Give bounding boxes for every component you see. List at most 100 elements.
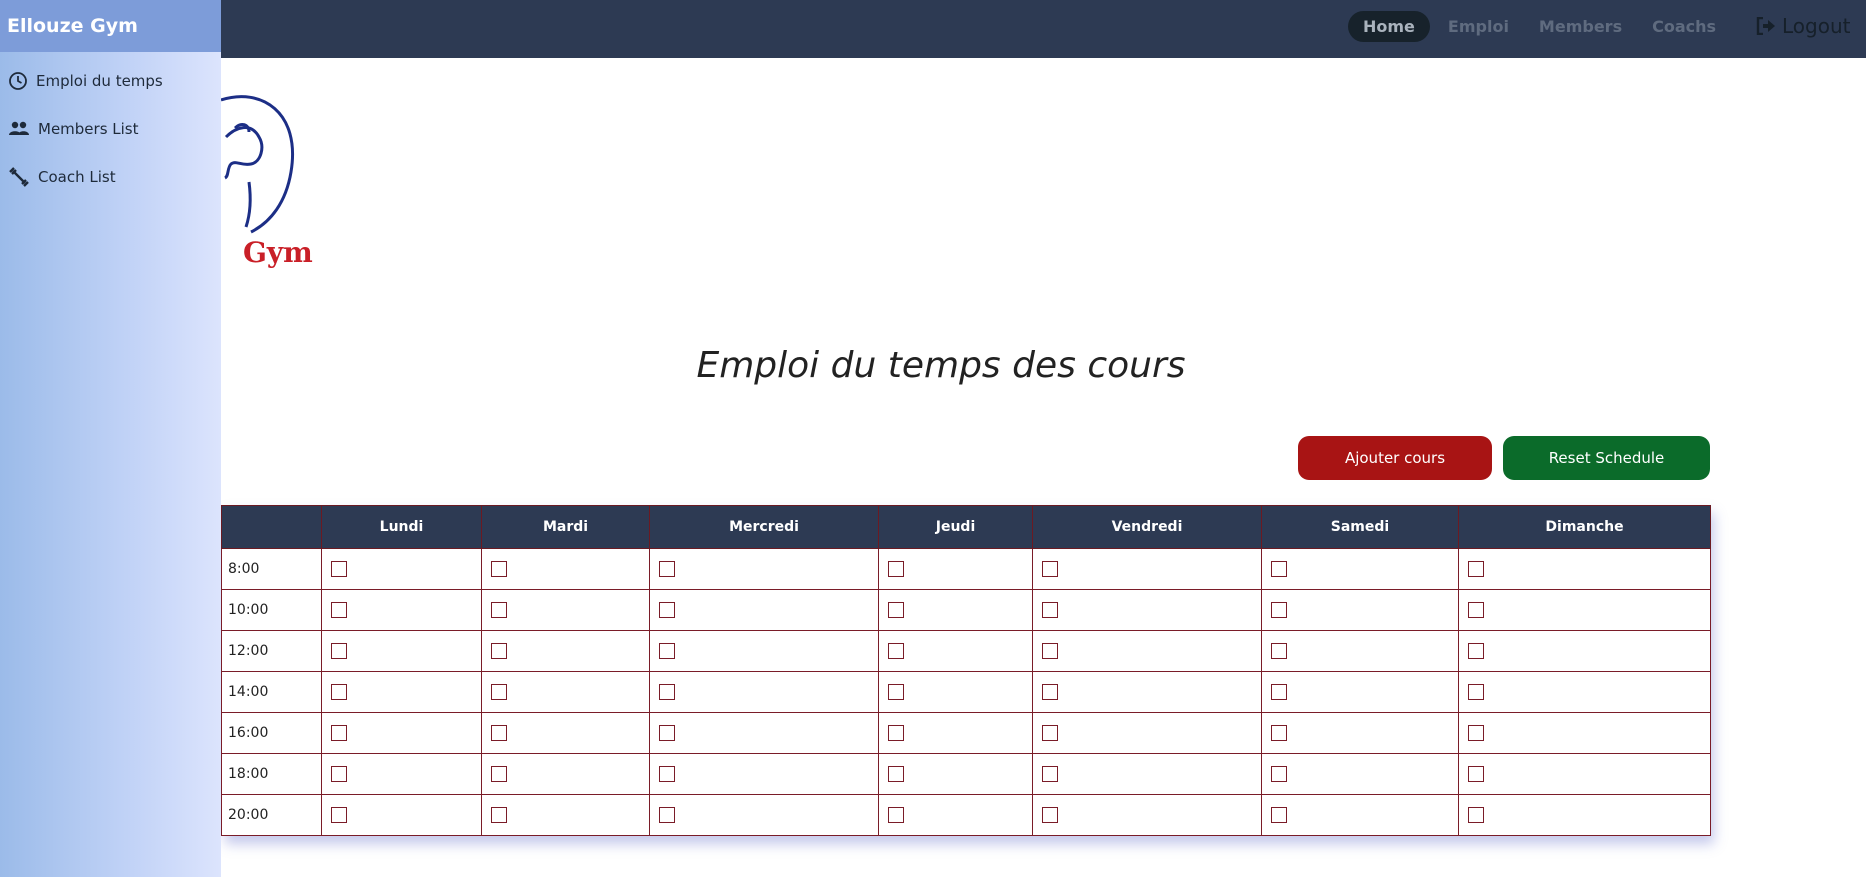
day-header: Dimanche [1458, 505, 1711, 549]
slot-checkbox[interactable] [659, 725, 675, 741]
sidebar: Ellouze Gym Emploi du temps Members List [0, 0, 221, 877]
slot-checkbox[interactable] [331, 807, 347, 823]
day-header: Lundi [321, 505, 482, 549]
sidebar-item-label: Emploi du temps [36, 72, 163, 90]
schedule-cell [878, 548, 1033, 590]
slot-checkbox[interactable] [1468, 643, 1484, 659]
slot-checkbox[interactable] [1042, 602, 1058, 618]
slot-checkbox[interactable] [1468, 766, 1484, 782]
slot-checkbox[interactable] [1042, 766, 1058, 782]
slot-checkbox[interactable] [888, 766, 904, 782]
schedule-cell [1261, 753, 1459, 795]
table-row: 10:00 [221, 589, 1711, 631]
sidebar-item-coach[interactable]: Coach List [0, 153, 221, 201]
slot-checkbox[interactable] [888, 684, 904, 700]
slot-checkbox[interactable] [888, 561, 904, 577]
day-header: Jeudi [878, 505, 1033, 549]
schedule-cell [481, 548, 650, 590]
slot-checkbox[interactable] [888, 643, 904, 659]
schedule-cell [878, 671, 1033, 713]
schedule-cell [1261, 589, 1459, 631]
table-row: 16:00 [221, 712, 1711, 754]
slot-checkbox[interactable] [1042, 725, 1058, 741]
sidebar-item-label: Coach List [38, 168, 116, 186]
slot-checkbox[interactable] [659, 643, 675, 659]
slot-checkbox[interactable] [331, 561, 347, 577]
schedule-cell [321, 712, 482, 754]
nav-coachs[interactable]: Coachs [1652, 11, 1716, 42]
slot-checkbox[interactable] [331, 725, 347, 741]
top-navbar: Home Emploi Members Coachs Logout [0, 0, 1866, 58]
slot-checkbox[interactable] [1042, 684, 1058, 700]
slot-checkbox[interactable] [659, 684, 675, 700]
time-slot-label: 16:00 [221, 712, 322, 754]
nav-emploi[interactable]: Emploi [1448, 11, 1509, 42]
slot-checkbox[interactable] [659, 807, 675, 823]
slot-checkbox[interactable] [888, 725, 904, 741]
slot-checkbox[interactable] [331, 766, 347, 782]
sidebar-item-emploi[interactable]: Emploi du temps [0, 57, 221, 105]
sidebar-title: Ellouze Gym [0, 0, 221, 52]
slot-checkbox[interactable] [1042, 643, 1058, 659]
slot-checkbox[interactable] [1042, 807, 1058, 823]
schedule-cell [878, 712, 1033, 754]
slot-checkbox[interactable] [331, 643, 347, 659]
schedule-cell [1032, 753, 1262, 795]
table-row: 12:00 [221, 630, 1711, 672]
slot-checkbox[interactable] [659, 561, 675, 577]
slot-checkbox[interactable] [491, 725, 507, 741]
day-header: Mercredi [649, 505, 879, 549]
slot-checkbox[interactable] [491, 643, 507, 659]
slot-checkbox[interactable] [888, 807, 904, 823]
slot-checkbox[interactable] [1468, 725, 1484, 741]
nav-home[interactable]: Home [1348, 11, 1430, 42]
slot-checkbox[interactable] [1271, 725, 1287, 741]
logo-text: Gym [243, 236, 313, 269]
schedule-cell [649, 589, 879, 631]
schedule-cell [649, 548, 879, 590]
slot-checkbox[interactable] [888, 602, 904, 618]
logout-button[interactable]: Logout [1756, 14, 1850, 38]
logout-label: Logout [1782, 14, 1851, 38]
slot-checkbox[interactable] [1468, 684, 1484, 700]
slot-checkbox[interactable] [491, 602, 507, 618]
slot-checkbox[interactable] [331, 684, 347, 700]
schedule-cell [1261, 712, 1459, 754]
time-slot-label: 20:00 [221, 794, 322, 836]
schedule-cell [1032, 794, 1262, 836]
schedule-cell [321, 753, 482, 795]
schedule-cell [1261, 671, 1459, 713]
schedule-cell [1458, 589, 1711, 631]
slot-checkbox[interactable] [331, 602, 347, 618]
schedule-cell [481, 753, 650, 795]
slot-checkbox[interactable] [1468, 602, 1484, 618]
add-course-button[interactable]: Ajouter cours [1298, 436, 1492, 480]
slot-checkbox[interactable] [1271, 643, 1287, 659]
slot-checkbox[interactable] [491, 561, 507, 577]
schedule-cell [1458, 753, 1711, 795]
schedule-cell [1458, 630, 1711, 672]
slot-checkbox[interactable] [1468, 807, 1484, 823]
schedule-cell [1261, 548, 1459, 590]
slot-checkbox[interactable] [1271, 766, 1287, 782]
schedule-cell [1458, 794, 1711, 836]
slot-checkbox[interactable] [1468, 561, 1484, 577]
sidebar-item-members[interactable]: Members List [0, 105, 221, 153]
slot-checkbox[interactable] [1271, 602, 1287, 618]
slot-checkbox[interactable] [1271, 684, 1287, 700]
slot-checkbox[interactable] [491, 684, 507, 700]
slot-checkbox[interactable] [1271, 807, 1287, 823]
time-slot-label: 12:00 [221, 630, 322, 672]
schedule-cell [878, 753, 1033, 795]
slot-checkbox[interactable] [1271, 561, 1287, 577]
schedule-cell [649, 630, 879, 672]
slot-checkbox[interactable] [1042, 561, 1058, 577]
table-row: 14:00 [221, 671, 1711, 713]
time-slot-label: 8:00 [221, 548, 322, 590]
slot-checkbox[interactable] [659, 602, 675, 618]
slot-checkbox[interactable] [491, 807, 507, 823]
slot-checkbox[interactable] [659, 766, 675, 782]
nav-members[interactable]: Members [1539, 11, 1622, 42]
slot-checkbox[interactable] [491, 766, 507, 782]
reset-schedule-button[interactable]: Reset Schedule [1503, 436, 1710, 480]
